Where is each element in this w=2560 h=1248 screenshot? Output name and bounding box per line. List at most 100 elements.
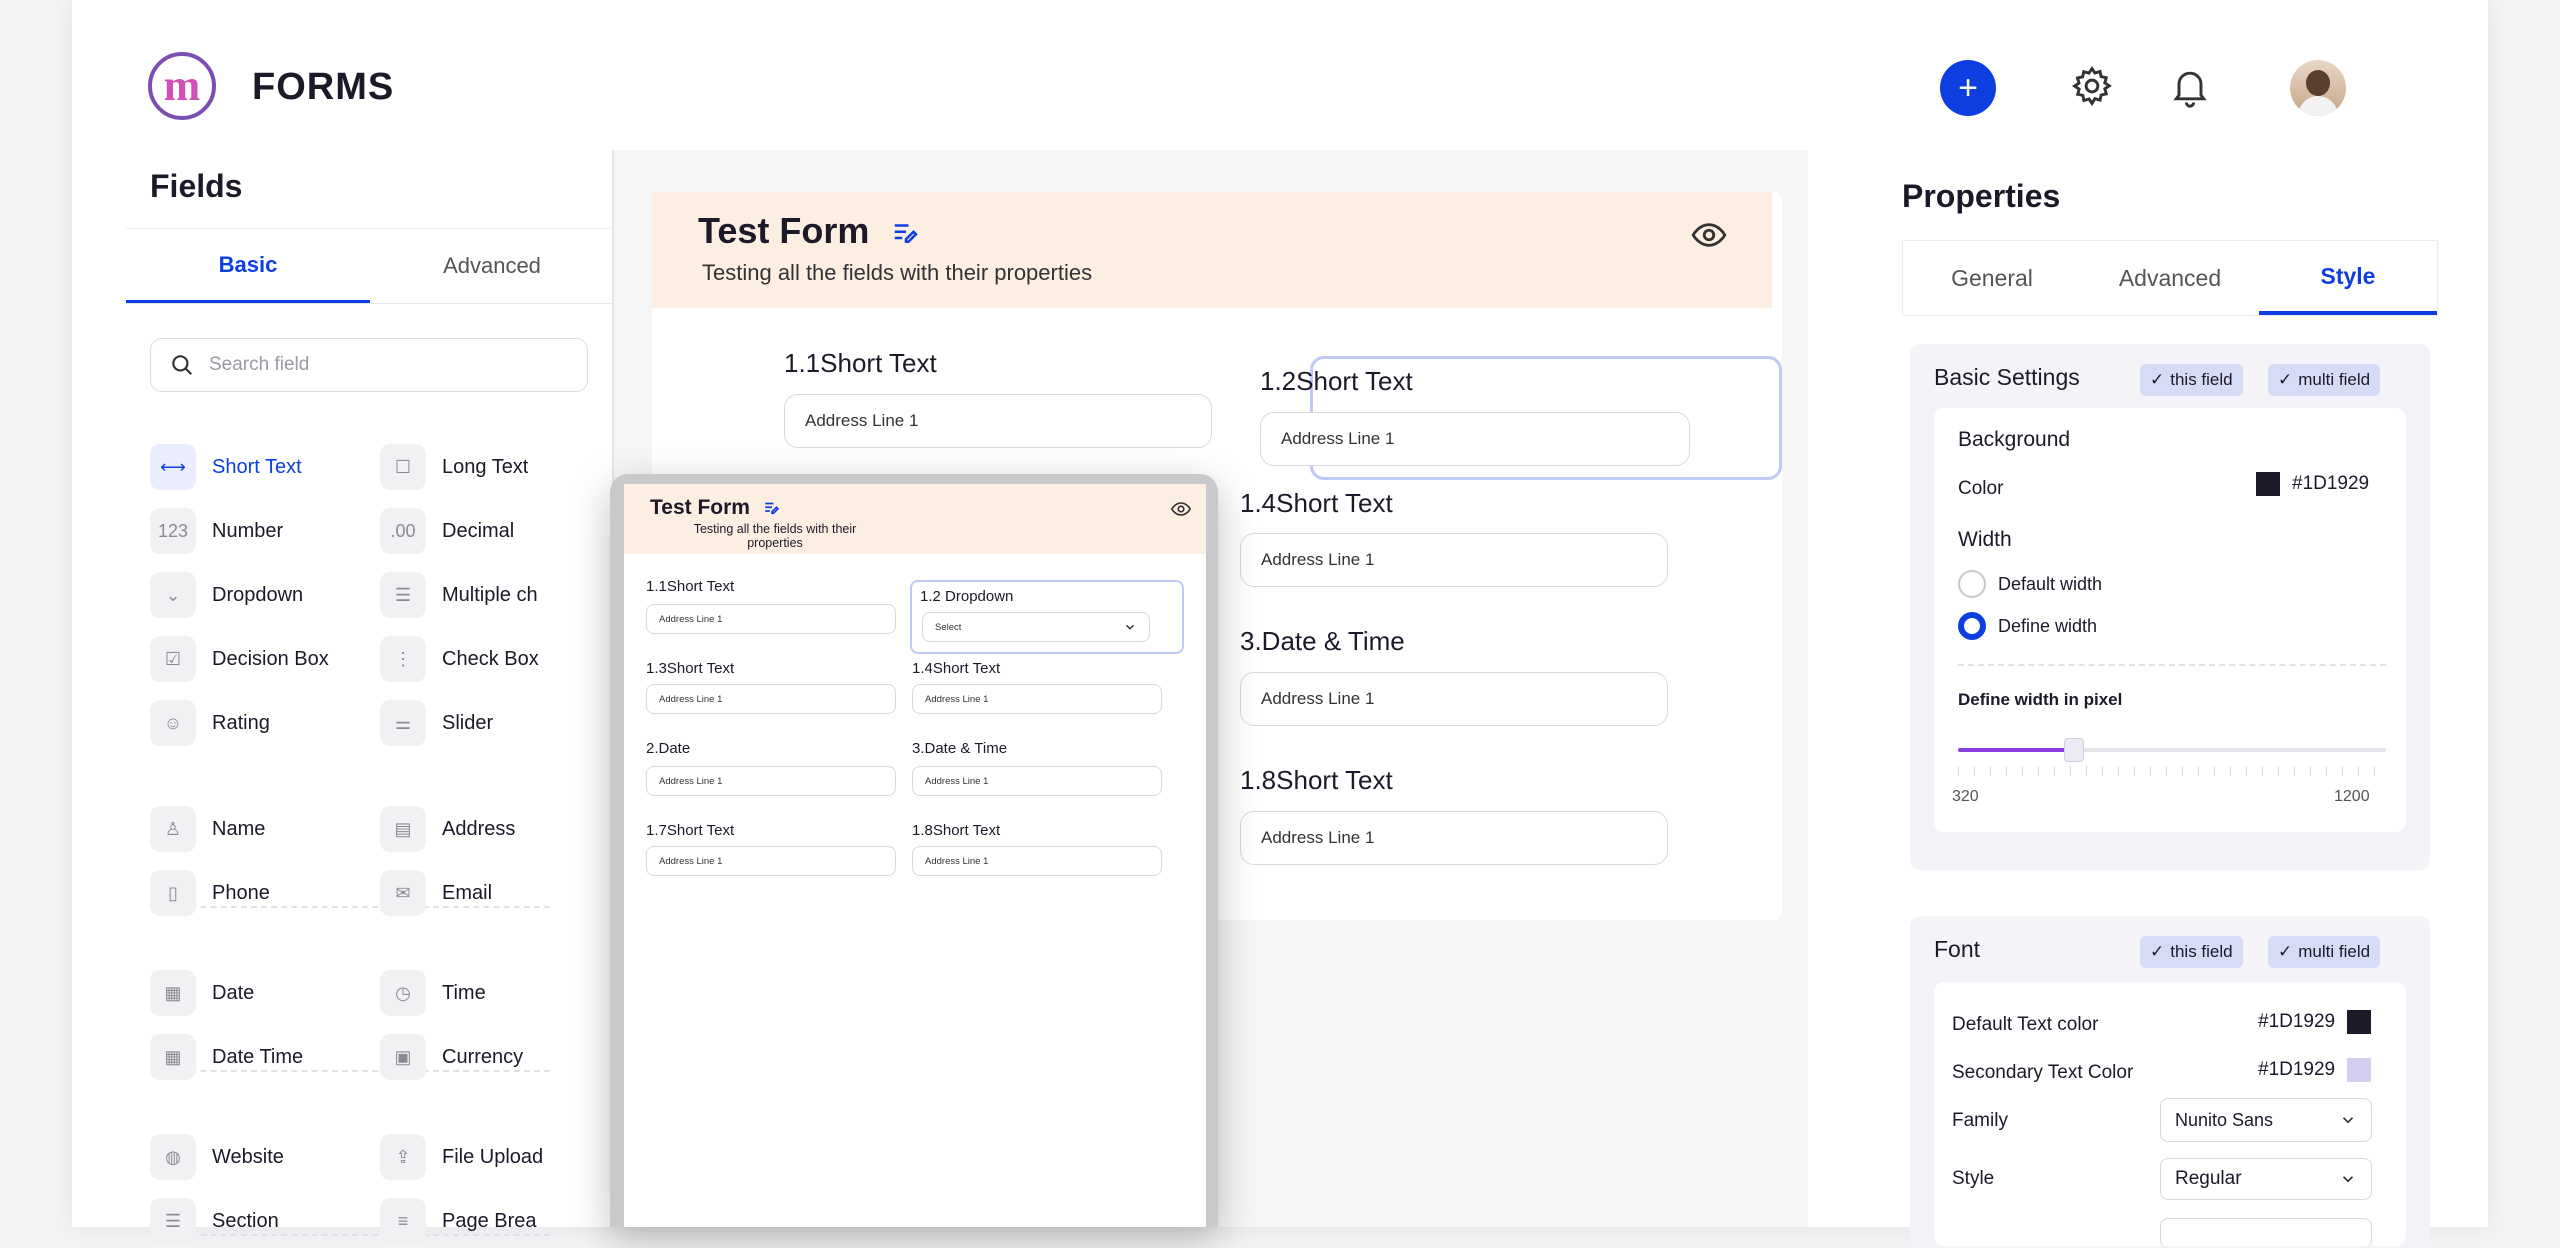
width-slider[interactable] (1958, 738, 2386, 776)
currency-icon: ▣ (380, 1034, 426, 1080)
field-type-section[interactable]: ☰ Section (150, 1198, 279, 1244)
decimal-icon: .00 (380, 508, 426, 554)
field-type-email[interactable]: ✉ Email (380, 870, 492, 916)
text-field[interactable]: Address Line 1 (1240, 533, 1668, 587)
field-type-number[interactable]: 123 Number (150, 508, 283, 554)
field-type-date[interactable]: ▦ Date (150, 970, 254, 1016)
field-type-multiple-ch[interactable]: ☰ Multiple ch (380, 572, 538, 618)
field-type-slider[interactable]: ⚌ Slider (380, 700, 493, 746)
edit-icon[interactable] (762, 499, 782, 517)
size-select[interactable] (2160, 1218, 2372, 1248)
text-field[interactable]: Address Line 1 (912, 684, 1162, 714)
field-type-phone[interactable]: ▯ Phone (150, 870, 270, 916)
field-type-label: Currency (442, 1045, 524, 1068)
search-placeholder: Search field (209, 354, 310, 375)
field-label: 1.4Short Text (1240, 488, 1393, 518)
text-field[interactable]: Address Line 1 (646, 604, 896, 634)
tab-advanced[interactable]: Advanced (2081, 241, 2259, 315)
tab-advanced[interactable]: Advanced (370, 229, 614, 303)
field-type-label: Number (212, 519, 284, 542)
text-field[interactable]: Address Line 1 (1240, 672, 1668, 726)
preview-subtitle: Testing all the fields with their proper… (693, 522, 857, 550)
eye-icon[interactable] (1170, 498, 1192, 520)
number-icon: 123 (150, 508, 196, 554)
field-type-rating[interactable]: ☺ Rating (150, 700, 270, 746)
dropdown-select[interactable]: Select (922, 612, 1150, 642)
field-type-check-box[interactable]: ⋮ Check Box (380, 636, 539, 682)
color-swatch (2256, 472, 2280, 496)
field-type-file-upload[interactable]: ⇪ File Upload (380, 1134, 543, 1180)
user-avatar[interactable] (2290, 60, 2346, 116)
field-type-long-text[interactable]: ☐ Long Text (380, 444, 528, 490)
color-picker[interactable]: #1D1929 (2256, 472, 2369, 496)
text-field[interactable]: Address Line 1 (1260, 412, 1690, 466)
field-type-address[interactable]: ▤ Address (380, 806, 515, 852)
style-select[interactable]: Regular (2160, 1158, 2372, 1200)
text-field[interactable]: Address Line 1 (912, 846, 1162, 876)
tab-general[interactable]: General (1903, 241, 2081, 315)
this-field-chip[interactable]: ✓ this field (2140, 936, 2243, 968)
family-label: Family (1952, 1110, 2008, 1131)
field-type-currency[interactable]: ▣ Currency (380, 1034, 523, 1080)
address-icon: ▤ (380, 806, 426, 852)
text-field[interactable]: Address Line 1 (646, 846, 896, 876)
slider-min: 320 (1952, 788, 1979, 805)
field-type-name[interactable]: ♙ Name (150, 806, 265, 852)
chevron-down-icon (2342, 1117, 2354, 1124)
phone-icon: ▯ (150, 870, 196, 916)
edit-icon[interactable] (889, 218, 923, 248)
default-width-radio[interactable] (1958, 570, 1986, 598)
field-type-date-time[interactable]: ▦ Date Time (150, 1034, 303, 1080)
app-logo: m (148, 52, 216, 120)
multi-field-chip[interactable]: ✓ multi field (2268, 936, 2381, 968)
default-color-picker[interactable]: #1D1929 (2258, 1010, 2372, 1034)
family-select[interactable]: Nunito Sans (2160, 1098, 2372, 1142)
field-type-label: Date (212, 981, 255, 1004)
field-type-short-text[interactable]: ⟷ Short Text (150, 444, 302, 490)
text-field[interactable]: Address Line 1 (912, 766, 1162, 796)
eye-icon[interactable] (1690, 216, 1728, 254)
search-input[interactable]: Search field (150, 338, 588, 392)
website-icon: ◍ (150, 1134, 196, 1180)
field-type-label: Time (442, 981, 486, 1004)
default-color-label: Default Text color (1952, 1014, 2099, 1035)
tab-style[interactable]: Style (2259, 241, 2437, 315)
short-text-icon: ⟷ (150, 444, 196, 490)
field-label: 1.1Short Text (646, 578, 735, 595)
field-type-time[interactable]: ◷ Time (380, 970, 486, 1016)
field-label: 1.8Short Text (1240, 765, 1393, 795)
text-field[interactable]: Address Line 1 (1240, 811, 1668, 865)
secondary-color-picker[interactable]: #1D1929 (2258, 1058, 2372, 1082)
page-break-icon: ≡ (380, 1198, 426, 1244)
decision-box-icon: ☑ (150, 636, 196, 682)
gear-icon[interactable] (2070, 64, 2114, 108)
multiple-choice-icon: ☰ (380, 572, 426, 618)
field-type-page-brea[interactable]: ≡ Page Brea (380, 1198, 537, 1244)
text-field[interactable]: Address Line 1 (646, 684, 896, 714)
multi-field-chip[interactable]: ✓ multi field (2268, 364, 2381, 396)
define-width-radio[interactable] (1958, 612, 1986, 640)
fields-tabs: Basic Advanced (126, 228, 614, 304)
field-type-label: Dropdown (212, 583, 304, 606)
field-label: 1.7Short Text (646, 822, 735, 839)
field-type-decision-box[interactable]: ☑ Decision Box (150, 636, 329, 682)
add-button[interactable]: + (1940, 60, 1996, 116)
section-icon: ☰ (150, 1198, 196, 1244)
radio-label: Default width (1998, 574, 2103, 594)
section-title: Font (1934, 936, 1981, 962)
field-type-decimal[interactable]: .00 Decimal (380, 508, 514, 554)
form-title: Test Form (698, 210, 923, 252)
field-label: 2.Date (646, 740, 691, 757)
field-label: 1.4Short Text (912, 660, 1001, 677)
this-field-chip[interactable]: ✓ this field (2140, 364, 2243, 396)
text-field[interactable]: Address Line 1 (784, 394, 1212, 448)
slider-handle[interactable] (2063, 738, 2084, 762)
field-type-dropdown[interactable]: ⌄ Dropdown (150, 572, 303, 618)
text-field[interactable]: Address Line 1 (646, 766, 896, 796)
field-type-website[interactable]: ◍ Website (150, 1134, 284, 1180)
field-type-label: File Upload (442, 1145, 544, 1168)
tab-basic[interactable]: Basic (126, 229, 370, 303)
app-title: FORMS (252, 66, 395, 108)
bell-icon[interactable] (2168, 64, 2212, 108)
background-label: Background (1958, 428, 2071, 451)
